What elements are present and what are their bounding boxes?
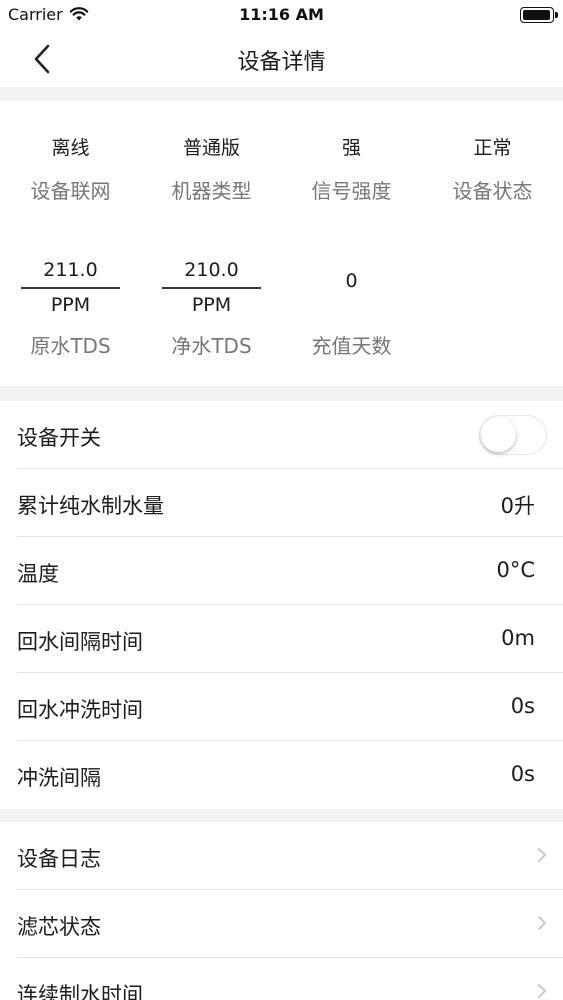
raw-tds-unit: PPM bbox=[50, 294, 91, 316]
device-status-cell: 正常 设备状态 bbox=[422, 101, 563, 211]
recharge-days-label: 充值天数 bbox=[311, 334, 392, 358]
device-status-label: 设备状态 bbox=[452, 179, 533, 203]
status-time: 11:16 AM bbox=[239, 5, 324, 24]
links-group: 设备日志 滤芯状态 连续制水时间 bbox=[0, 822, 563, 1000]
power-switch-row: 设备开关 bbox=[0, 401, 563, 469]
pure-tds-divider bbox=[162, 287, 261, 289]
chevron-right-icon bbox=[538, 984, 546, 998]
raw-tds-cell: 211.0 PPM 原水TDS bbox=[0, 101, 141, 386]
temperature-row: 温度 0°C bbox=[0, 537, 563, 605]
backwater-interval-label: 回水间隔时间 bbox=[17, 630, 143, 654]
device-info-card: 离线 设备联网 普通版 机器类型 强 信号强度 正常 设备状态 211.0 PP… bbox=[0, 101, 563, 386]
device-status-value: 正常 bbox=[473, 137, 512, 159]
battery-fill bbox=[523, 10, 550, 20]
settings-group: 设备开关 累计纯水制水量 0升 温度 0°C 回水间隔时间 0m 回水冲洗时间 … bbox=[0, 401, 563, 809]
total-water-row: 累计纯水制水量 0升 bbox=[0, 469, 563, 537]
nav-bar: 设备详情 bbox=[0, 30, 563, 87]
power-switch-label: 设备开关 bbox=[17, 426, 101, 450]
continuous-production-label: 连续制水时间 bbox=[17, 983, 143, 1000]
raw-tds-value: 211.0 bbox=[43, 259, 98, 281]
flush-interval-value: 0s bbox=[510, 762, 535, 786]
continuous-production-row[interactable]: 连续制水时间 bbox=[0, 958, 563, 1000]
filter-status-label: 滤芯状态 bbox=[17, 915, 101, 939]
pure-tds-unit: PPM bbox=[191, 294, 232, 316]
status-bar: Carrier 11:16 AM bbox=[0, 0, 563, 30]
recharge-days-cell: 0 充值天数 bbox=[281, 101, 422, 386]
pure-tds-label: 净水TDS bbox=[171, 334, 252, 358]
backwater-interval-value: 0m bbox=[501, 626, 535, 650]
temperature-label: 温度 bbox=[17, 562, 59, 586]
filter-status-row[interactable]: 滤芯状态 bbox=[0, 890, 563, 958]
backwater-flush-value: 0s bbox=[510, 694, 535, 718]
pure-tds-cell: 210.0 PPM 净水TDS bbox=[141, 101, 282, 386]
backwater-interval-row: 回水间隔时间 0m bbox=[0, 605, 563, 673]
device-log-row[interactable]: 设备日志 bbox=[0, 822, 563, 890]
raw-tds-label: 原水TDS bbox=[30, 334, 111, 358]
flush-interval-row: 冲洗间隔 0s bbox=[0, 741, 563, 809]
power-toggle[interactable] bbox=[479, 415, 547, 455]
device-log-label: 设备日志 bbox=[17, 847, 101, 871]
recharge-days-value: 0 bbox=[345, 270, 358, 292]
chevron-right-icon bbox=[538, 848, 546, 862]
pure-tds-value: 210.0 bbox=[184, 259, 239, 281]
temperature-value: 0°C bbox=[496, 558, 535, 582]
chevron-right-icon bbox=[538, 916, 546, 930]
flush-interval-label: 冲洗间隔 bbox=[17, 766, 101, 790]
total-water-label: 累计纯水制水量 bbox=[17, 494, 164, 518]
page-title: 设备详情 bbox=[237, 50, 326, 75]
total-water-value: 0升 bbox=[500, 494, 535, 518]
backwater-flush-row: 回水冲洗时间 0s bbox=[0, 673, 563, 741]
battery-icon bbox=[520, 7, 558, 23]
device-detail-screen: Carrier 11:16 AM 设备详情 离线 设备联网 普通版 机器类型 强… bbox=[0, 0, 563, 1000]
raw-tds-divider bbox=[21, 287, 120, 289]
toggle-knob bbox=[481, 417, 516, 452]
backwater-flush-label: 回水冲洗时间 bbox=[17, 698, 143, 722]
